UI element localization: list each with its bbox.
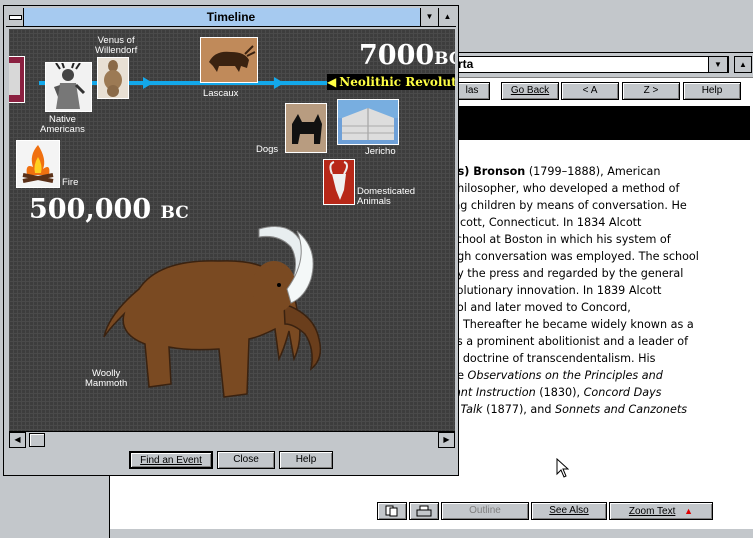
woolly-mammoth-label[interactable]: Woolly Mammoth: [85, 369, 127, 389]
article-line: es) Bronson (1799–1888), American: [450, 165, 661, 178]
triangle-up-icon: ▲: [684, 506, 694, 516]
article-line: ic doctrine of transcendentalism. His: [450, 352, 656, 365]
native-americans-thumbnail[interactable]: [45, 61, 92, 112]
see-also-button[interactable]: See Also: [531, 502, 607, 520]
native-americans-label[interactable]: Native Americans: [40, 115, 85, 135]
article-line: philosopher, who developed a method of: [450, 182, 680, 195]
article-text: es) Bronson (1799–1888), American philoso…: [450, 163, 748, 418]
article-line: e Talk (1877), and Sonnets and Canzonets: [450, 403, 688, 416]
dogs-label[interactable]: Dogs: [256, 145, 278, 155]
domesticated-animals-thumbnail[interactable]: [323, 159, 355, 205]
help-button[interactable]: Help: [683, 82, 741, 100]
article-line: ing children by means of conversation. H…: [450, 199, 687, 212]
next-article-button[interactable]: Z >: [622, 82, 680, 100]
chevron-down-icon[interactable]: ▼: [708, 56, 728, 73]
year-7000-bc: 7000BC: [359, 40, 455, 71]
fire-thumbnail[interactable]: [16, 140, 60, 188]
scroll-right-icon[interactable]: ▶: [438, 432, 455, 448]
dogs-thumbnail[interactable]: [285, 103, 327, 153]
article-header-bar: [454, 106, 750, 140]
article-title-combo[interactable]: rta: [454, 56, 729, 73]
era-banner-label: Neolithic Revolut: [339, 75, 455, 89]
close-button[interactable]: Close: [217, 451, 275, 469]
outline-button[interactable]: Outline: [441, 502, 529, 520]
arrow-left-icon: ◀: [327, 75, 337, 89]
mouse-pointer-icon: [556, 458, 569, 478]
lascaux-thumbnail[interactable]: [200, 37, 258, 83]
find-an-event-button[interactable]: Find an Event: [129, 451, 213, 469]
year-number: 7000: [359, 40, 435, 71]
jericho-thumbnail[interactable]: [337, 99, 399, 145]
venus-label[interactable]: Venus of Willendorf: [95, 36, 137, 56]
article-line: as a prominent abolitionist and a leader…: [450, 335, 689, 348]
article-line: school at Boston in which his system of: [450, 233, 671, 246]
article-line: volutionary innovation. In 1839 Alcott: [450, 284, 662, 297]
timeline-canvas[interactable]: Native Americans Venus of Willendorf Lasca…: [9, 29, 455, 431]
dialog-title: Timeline: [206, 10, 256, 24]
article-line: olcott, Connecticut. In 1834 Alcott: [450, 216, 642, 229]
print-icon[interactable]: [409, 502, 439, 520]
lascaux-label[interactable]: Lascaux: [203, 89, 238, 99]
minimize-icon[interactable]: ▼: [420, 8, 438, 26]
atlas-button[interactable]: las: [454, 82, 490, 100]
zoom-text-label: Zoom Text: [628, 506, 676, 517]
article-line: by the press and regarded by the general: [450, 267, 684, 280]
previous-article-button[interactable]: < A: [561, 82, 619, 100]
scrollbar-thumb[interactable]: [29, 433, 45, 447]
article-line: ugh conversation was employed. The schoo…: [450, 250, 699, 263]
copy-icon[interactable]: [377, 502, 407, 520]
domesticated-animals-label[interactable]: Domesticated Animals: [357, 187, 415, 207]
article-line: de Observations on the Principles and: [450, 369, 663, 382]
neolithic-revolution-banner[interactable]: ◀ Neolithic Revolut: [327, 74, 455, 90]
scroll-up-icon[interactable]: ▲: [734, 56, 752, 73]
article-line: s. Thereafter he became widely known as …: [450, 318, 694, 331]
go-back-button[interactable]: Go Back: [501, 82, 559, 100]
zoom-text-button[interactable]: Zoom Text ▲: [609, 502, 713, 520]
scroll-left-icon[interactable]: ◀: [9, 432, 26, 448]
maximize-icon[interactable]: ▲: [438, 8, 456, 26]
help-button[interactable]: Help: [279, 451, 333, 469]
year-era: BC: [434, 49, 455, 69]
edge-artifact-thumbnail[interactable]: [9, 56, 25, 103]
fire-label[interactable]: Fire: [62, 178, 78, 188]
status-strip: [110, 529, 753, 538]
article-line: fant Instruction (1830), Concord Days: [450, 386, 662, 399]
jericho-label[interactable]: Jericho: [365, 147, 396, 157]
timeline-scrollbar[interactable]: ◀ ▶: [9, 431, 455, 448]
venus-thumbnail[interactable]: [97, 57, 129, 99]
timeline-dialog: Timeline ▼ ▲ Native Americans Venus of W…: [3, 5, 459, 476]
article-line: ool and later moved to Concord,: [450, 301, 631, 314]
timeline-title-bar[interactable]: Timeline ▼ ▲: [6, 8, 456, 27]
